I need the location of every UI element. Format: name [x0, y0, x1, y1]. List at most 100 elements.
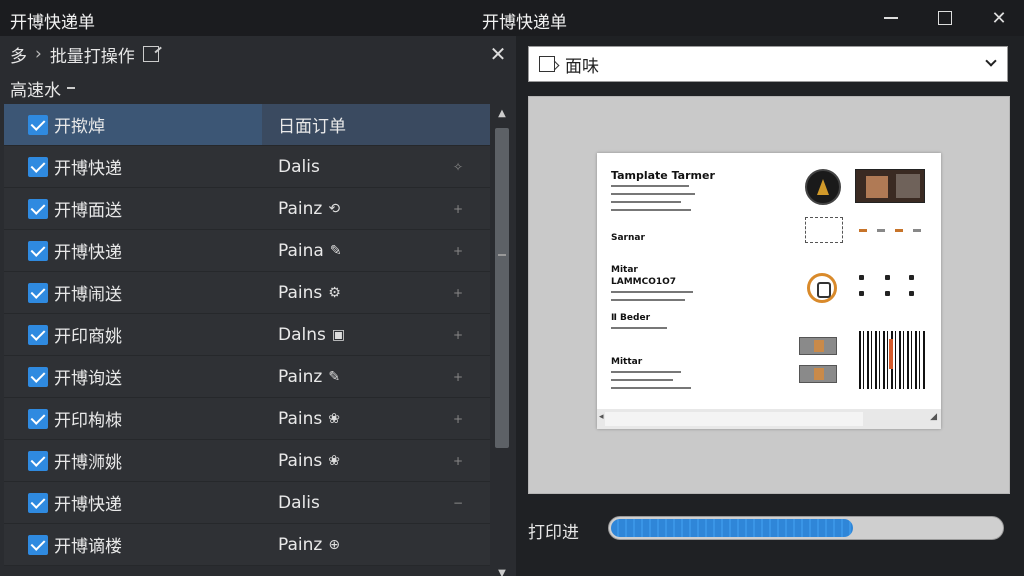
photo-image [855, 169, 925, 203]
checkbox[interactable] [28, 114, 48, 135]
minimize-icon [884, 17, 898, 19]
close-panel-button[interactable]: ✕ [484, 40, 512, 68]
marker-icon [859, 229, 867, 232]
text-line [611, 185, 689, 187]
settings-icon: ⚙ [328, 284, 341, 301]
text-line [611, 201, 681, 203]
checkbox[interactable] [28, 450, 48, 471]
list-item[interactable]: 开印栒栜 Pains ❀ + [4, 398, 490, 440]
batch-list-panel: 多 › 批量打操作 ✕ 高速水 开揿焯 日面订单 开博快递 Dalis ✧ 开博… [0, 36, 516, 576]
add-icon[interactable]: + [448, 356, 468, 397]
preview-scrollbar-thumb[interactable] [605, 412, 863, 426]
item-name: 开博询送 [54, 369, 122, 389]
text-line [611, 291, 693, 293]
scroll-down-arrow-icon[interactable]: ▼ [492, 564, 512, 576]
marker-icon [913, 229, 921, 232]
list-item[interactable]: 开博谪楼 Painz ⊕ [4, 524, 490, 566]
chevron-down-icon [985, 55, 997, 67]
checkbox[interactable] [28, 198, 48, 219]
flower-icon: ❀ [328, 452, 340, 469]
list-item[interactable]: 开揿焯 日面订单 [4, 104, 490, 146]
item-name: 开印商姚 [54, 327, 122, 347]
list-item[interactable]: 开博闹送 Pains ⚙ + [4, 272, 490, 314]
add-icon[interactable]: + [448, 230, 468, 271]
item-value: Painz [278, 366, 323, 387]
section-header[interactable]: 高速水 [0, 72, 490, 104]
item-value: Dalis [278, 492, 320, 513]
dot-icon [859, 291, 864, 296]
item-value: Paina [278, 240, 324, 261]
text-line [611, 387, 691, 389]
waybill-preview: Tamplate Tarmer Sarnar Mitar LAMMCO1O7 Ⅱ… [597, 153, 941, 429]
grid-icon: ▣ [331, 326, 346, 343]
item-value: Pains [278, 282, 323, 303]
checkbox[interactable] [28, 282, 48, 303]
print-preview-area[interactable]: Tamplate Tarmer Sarnar Mitar LAMMCO1O7 Ⅱ… [528, 96, 1010, 494]
document-subheading: LAMMCO1O7 [611, 277, 677, 287]
checkbox[interactable] [28, 534, 48, 555]
checkbox[interactable] [28, 156, 48, 177]
remove-icon[interactable]: − [448, 482, 468, 523]
flower-icon: ❀ [328, 410, 340, 427]
checkbox[interactable] [28, 324, 48, 345]
list-item[interactable]: 开博快递 Dalis − [4, 482, 490, 524]
progress-fill [611, 519, 853, 537]
item-name: 开博闹送 [54, 285, 122, 305]
add-icon[interactable]: + [448, 188, 468, 229]
add-icon[interactable]: + [448, 398, 468, 439]
order-list: 开揿焯 日面订单 开博快递 Dalis ✧ 开博面送 Painz ⟲ + 开博快递… [4, 104, 490, 576]
add-icon[interactable]: + [448, 314, 468, 355]
text-line [611, 299, 685, 301]
item-name: 开博快递 [54, 243, 122, 263]
dot-icon [909, 291, 914, 296]
package-image [799, 365, 837, 383]
checkbox[interactable] [28, 492, 48, 513]
breadcrumb-root[interactable]: 多 [10, 42, 27, 67]
close-window-button[interactable]: ✕ [974, 0, 1024, 36]
dot-icon [885, 291, 890, 296]
scroll-left-arrow-icon[interactable]: ◂ [599, 412, 604, 422]
maximize-button[interactable] [920, 0, 970, 36]
item-name: 开博浉姚 [54, 453, 122, 473]
external-link-icon[interactable] [142, 46, 159, 62]
list-item[interactable]: 开印商姚 Dalns ▣ + [4, 314, 490, 356]
section-label: 高速水 [10, 80, 61, 101]
template-select[interactable]: 面味 [528, 46, 1008, 82]
item-name: 开博快递 [54, 159, 122, 179]
minimize-button[interactable] [866, 0, 916, 36]
item-value: Pains [278, 408, 323, 429]
scroll-right-arrow-icon[interactable]: ◢ [930, 412, 937, 422]
document-heading: Sarnar [611, 233, 645, 243]
list-item[interactable]: 开博面送 Painz ⟲ + [4, 188, 490, 230]
document-title: Tamplate Tarmer [611, 169, 715, 182]
print-progress-bar [608, 516, 1004, 540]
marker-icon [877, 229, 885, 232]
item-name: 开博面送 [54, 201, 122, 221]
list-item[interactable]: 开博快递 Paina ✎ + [4, 230, 490, 272]
list-scrollbar[interactable]: ▲ ▼ [492, 104, 512, 576]
text-line [611, 193, 695, 195]
checkbox[interactable] [28, 408, 48, 429]
scroll-grip-icon [498, 254, 506, 256]
scroll-up-arrow-icon[interactable]: ▲ [492, 104, 512, 122]
text-line [611, 379, 673, 381]
document-heading: Ⅱ Beder [611, 313, 651, 323]
list-item[interactable]: 开博浉姚 Pains ❀ + [4, 440, 490, 482]
add-icon[interactable]: + [448, 272, 468, 313]
item-value: Pains [278, 450, 323, 471]
seal-logo-icon [805, 169, 841, 205]
text-line [611, 327, 667, 329]
progress-label: 打印进 [528, 523, 579, 543]
scrollbar-thumb[interactable] [495, 128, 509, 448]
checkbox[interactable] [28, 240, 48, 261]
add-icon[interactable]: + [448, 440, 468, 481]
checkbox[interactable] [28, 366, 48, 387]
row-action-icon[interactable]: ✧ [448, 146, 468, 187]
refresh-icon: ⟲ [328, 200, 341, 217]
preview-scrollbar[interactable]: ◂ ◢ [597, 409, 941, 429]
maximize-icon [938, 11, 952, 25]
list-item[interactable]: 开博询送 Painz ✎ + [4, 356, 490, 398]
preview-panel: 面味 Tamplate Tarmer Sarnar Mitar LAMMCO1O… [516, 36, 1024, 576]
list-item[interactable]: 开博快递 Dalis ✧ [4, 146, 490, 188]
title-bar: 开博快递单 开博快递单 ✕ [0, 0, 1024, 36]
